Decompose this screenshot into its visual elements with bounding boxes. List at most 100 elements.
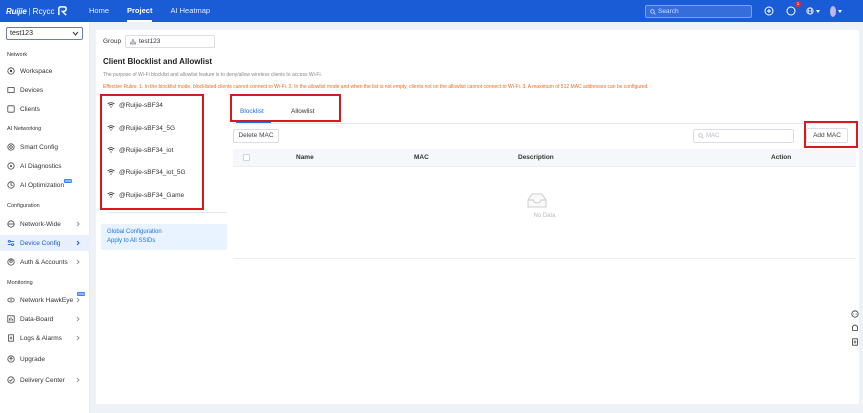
project-select-value: test123	[10, 30, 33, 37]
language-globe-icon[interactable]	[806, 4, 820, 18]
sidebar-item-data-board[interactable]: Data-Board	[0, 311, 90, 327]
column-description: Description	[518, 154, 554, 161]
ai-optimization-icon	[7, 181, 15, 189]
global-configuration-title: Global Configuration	[107, 229, 162, 235]
column-name: Name	[296, 154, 314, 161]
section-configuration: Configuration	[7, 203, 40, 209]
notification-icon[interactable]: 1	[784, 1, 801, 18]
divider	[107, 212, 227, 213]
main-nav: Home Project AI Heatmap	[80, 0, 219, 22]
global-search-input[interactable]: Search	[645, 5, 752, 18]
group-selector[interactable]: test123	[125, 35, 215, 48]
chevron-right-icon	[76, 259, 80, 265]
sidebar-item-ai-diagnostics[interactable]: AI Diagnostics	[0, 158, 90, 174]
new-badge: new	[77, 292, 86, 296]
nav-home[interactable]: Home	[80, 0, 118, 22]
chevron-down-icon	[816, 9, 820, 13]
document-icon[interactable]	[851, 335, 859, 349]
logs-alarms-icon	[8, 334, 14, 342]
global-configuration-subtitle: Apply to All SSIDs	[107, 238, 156, 244]
header-tools: 1	[762, 1, 850, 18]
sidebar-item-workspace[interactable]: Workspace	[0, 63, 90, 79]
sidebar-item-label: AI Optimization	[20, 181, 65, 189]
column-action: Action	[771, 154, 792, 161]
sidebar-item-logs-alarms[interactable]: Logs & Alarms	[0, 330, 90, 346]
sidebar-item-label: Clients	[20, 105, 40, 113]
sidebar: test123 Network Workspace Devices Client…	[0, 22, 90, 413]
empty-box-icon	[527, 193, 547, 208]
project-select[interactable]: test123	[6, 27, 83, 40]
page-title: Client Blocklist and Allowlist	[103, 57, 213, 66]
sidebar-item-upgrade[interactable]: Upgrade	[0, 351, 90, 367]
search-icon	[650, 8, 656, 15]
top-navigation-bar: Ruijie | Rcycc Home Project AI Heatmap S…	[0, 0, 863, 22]
sidebar-item-label: Network-Wide	[20, 220, 61, 228]
sidebar-item-auth-accounts[interactable]: Auth & Accounts	[0, 254, 90, 270]
select-all-checkbox[interactable]	[243, 154, 250, 161]
notification-badge: 1	[795, 1, 801, 7]
effective-rules-text: Effective Rules: 1. In the blocklist mod…	[103, 84, 649, 90]
sidebar-item-delivery-center[interactable]: Delivery Center	[0, 372, 90, 388]
mac-table-empty-state: No Data	[233, 167, 856, 259]
group-label: Group	[103, 38, 122, 45]
sidebar-item-label: Device Config	[20, 239, 61, 247]
delete-mac-button[interactable]: Delete MAC	[233, 129, 279, 143]
group-selector-value: test123	[139, 38, 161, 45]
logo-mark-icon	[58, 5, 68, 16]
chevron-right-icon	[76, 316, 80, 322]
section-monitoring: Monitoring	[7, 280, 33, 286]
upgrade-icon	[7, 355, 15, 363]
sidebar-item-clients[interactable]: Clients	[0, 101, 90, 117]
sidebar-item-label: Devices	[20, 86, 44, 94]
feature-description: The purpose of Wi-Fi blocklist and allow…	[103, 72, 322, 78]
nav-project[interactable]: Project	[118, 0, 161, 22]
global-search-placeholder: Search	[658, 8, 679, 15]
chevron-right-icon	[76, 240, 80, 246]
user-menu[interactable]	[828, 4, 842, 18]
nav-ai-heatmap[interactable]: AI Heatmap	[161, 0, 219, 22]
floating-tools	[846, 307, 863, 349]
section-ai-networking: AI Networking	[7, 126, 42, 132]
sidebar-item-network-hawkeye[interactable]: Network HawkEye new	[0, 292, 90, 308]
sidebar-item-label: Data-Board	[20, 315, 54, 323]
new-badge: new	[64, 179, 73, 183]
avatar	[830, 5, 836, 17]
chevron-down-icon	[838, 9, 842, 13]
tab-divider	[233, 123, 856, 124]
chat-icon[interactable]	[850, 307, 859, 321]
chevron-right-icon	[76, 297, 80, 303]
add-icon[interactable]	[762, 4, 776, 18]
brand-separator: |	[28, 6, 31, 16]
ai-diagnostics-icon	[7, 162, 15, 170]
delivery-center-icon	[7, 376, 15, 384]
data-board-icon	[7, 315, 15, 323]
chevron-right-icon	[76, 335, 80, 341]
global-configuration[interactable]: Global Configuration Apply to All SSIDs	[101, 224, 227, 250]
sidebar-item-device-config[interactable]: Device Config	[0, 235, 90, 251]
highlight-tabs	[230, 94, 341, 122]
devices-icon	[7, 87, 15, 93]
sidebar-item-label: Delivery Center	[20, 376, 65, 384]
sidebar-item-label: Smart Config	[20, 143, 58, 151]
brand-name: Ruijie	[6, 6, 27, 16]
chevron-right-icon	[76, 221, 80, 227]
logo[interactable]: Ruijie | Rcycc	[6, 5, 68, 17]
hawkeye-icon	[7, 297, 15, 303]
sidebar-item-label: Upgrade	[20, 355, 45, 363]
sidebar-item-ai-optimization[interactable]: AI Optimization new	[0, 177, 90, 193]
sidebar-item-smart-config[interactable]: Smart Config	[0, 139, 90, 155]
highlight-add-mac	[804, 121, 858, 148]
mac-table-header: Name MAC Description Action	[233, 149, 856, 167]
search-icon	[698, 133, 704, 139]
sidebar-item-devices[interactable]: Devices	[0, 82, 90, 98]
column-mac: MAC	[414, 154, 429, 161]
sidebar-item-label: Logs & Alarms	[20, 334, 62, 342]
highlight-ssid-list	[100, 94, 204, 210]
mac-search-input[interactable]: MAC	[693, 129, 794, 143]
sidebar-item-network-wide[interactable]: Network-Wide	[0, 216, 90, 232]
workspace-icon	[7, 67, 15, 75]
product-name: Rcycc	[32, 6, 55, 16]
group-tree-icon	[130, 38, 136, 44]
feedback-icon[interactable]	[851, 321, 859, 335]
smart-config-icon	[7, 143, 15, 151]
